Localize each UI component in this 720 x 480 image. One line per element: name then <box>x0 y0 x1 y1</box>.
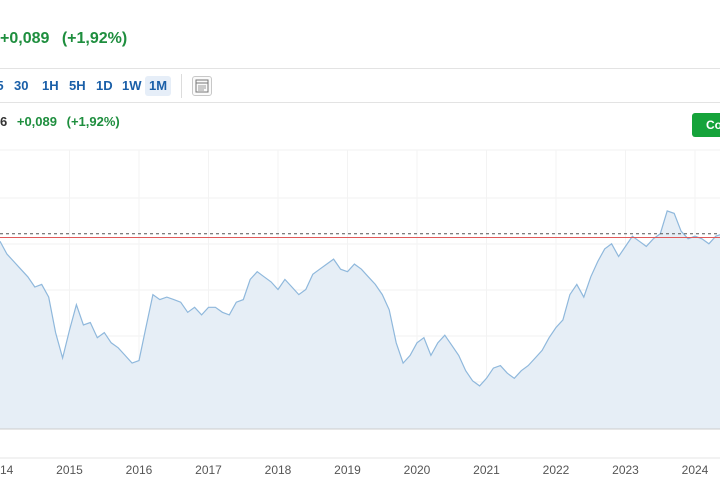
timeframe-toolbar: 5 30 1H 5H 1D 1W 1M <box>0 70 720 103</box>
chart-widget: +0,089 (+1,92%) 5 30 1H 5H 1D 1W 1M 14 20… <box>0 0 720 480</box>
x-tick-label: 2021 <box>473 463 500 477</box>
x-tick-label: 2024 <box>682 463 709 477</box>
compare-button[interactable]: Co <box>692 113 720 137</box>
timeframe-1d-button[interactable]: 1D <box>96 76 113 96</box>
timeframe-1m-button[interactable]: 1M <box>145 76 172 96</box>
timeframe-1w-button[interactable]: 1W <box>122 76 142 96</box>
legend-change-percent: (+1,92%) <box>66 114 120 129</box>
timeframe-1h-button[interactable]: 1H <box>42 76 59 96</box>
x-tick-label: 2022 <box>543 463 570 477</box>
x-tick-label: 2018 <box>265 463 292 477</box>
x-tick-label: 2016 <box>126 463 153 477</box>
timeframe-5h-button[interactable]: 5H <box>69 76 86 96</box>
x-tick-label: 2019 <box>334 463 361 477</box>
toolbar-divider <box>181 74 182 98</box>
price-change-percent: (+1,92%) <box>61 30 128 47</box>
timeframe-5-button[interactable]: 5 <box>0 76 6 96</box>
price-change-value: +0,089 <box>0 30 50 47</box>
x-tick-label: 2020 <box>404 463 431 477</box>
legend-price-fragment: 6 <box>0 114 8 129</box>
price-change: +0,089 (+1,92%) <box>0 30 135 48</box>
timeframe-30-button[interactable]: 30 <box>14 76 28 96</box>
legend-change: 6 +0,089 (+1,92%) <box>0 114 126 129</box>
price-chart[interactable]: 14 2015 2016 2017 2018 2019 2020 2021 2022 2023 20… <box>0 102 720 480</box>
legend-change-value: +0,089 <box>16 114 57 129</box>
chart-settings-icon[interactable] <box>192 76 212 96</box>
chart-area: 14 2015 2016 2017 2018 2019 2020 2021 2022 2023 20… <box>0 102 720 480</box>
x-tick-label: 2023 <box>612 463 639 477</box>
x-tick-label: 14 <box>0 463 14 477</box>
x-tick-label: 2017 <box>195 463 222 477</box>
x-tick-label: 2015 <box>56 463 83 477</box>
price-header: +0,089 (+1,92%) <box>0 0 720 69</box>
